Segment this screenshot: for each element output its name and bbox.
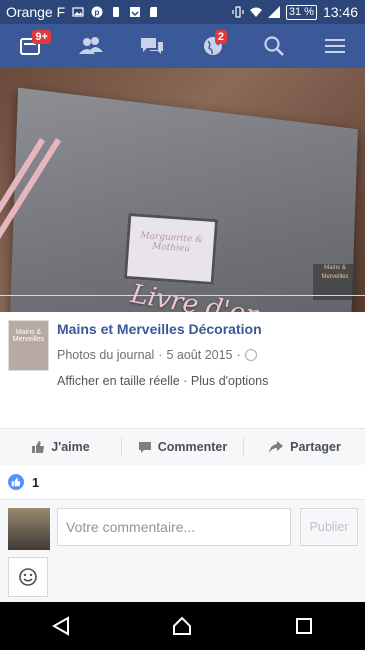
tab-search[interactable] <box>254 26 294 66</box>
facebook-top-nav: 9+ 2 <box>0 24 365 68</box>
phone-icon <box>113 7 120 17</box>
page-name-link[interactable]: Mains et Merveilles Décoration <box>57 321 262 337</box>
page-avatar[interactable]: Mains & Merveilles <box>8 320 49 371</box>
sd-card-icon <box>150 7 158 17</box>
window-text: Marguerite & Mathieu <box>140 230 204 255</box>
globe-badge: 2 <box>214 30 228 44</box>
wifi-icon <box>249 7 262 17</box>
share-button[interactable]: Partager <box>243 437 365 457</box>
back-icon[interactable] <box>50 615 72 637</box>
smiley-icon <box>19 568 37 586</box>
link-separator: · <box>183 374 188 388</box>
search-icon <box>264 36 284 56</box>
friends-icon <box>79 37 104 54</box>
album-link[interactable]: Photos du journal <box>57 348 154 362</box>
battery-indicator: 31 % <box>285 4 317 20</box>
menu-icon <box>324 39 345 53</box>
share-label: Partager <box>290 440 341 454</box>
book-window: Marguerite & Mathieu <box>123 212 219 286</box>
home-icon[interactable] <box>171 615 193 637</box>
post-info: Mains & Merveilles Mains et Merveilles D… <box>0 312 365 428</box>
public-globe-icon <box>244 349 257 361</box>
tab-news-feed[interactable]: 9+ <box>10 26 51 66</box>
tab-friends[interactable] <box>71 26 111 66</box>
post-links: Afficher en taille réelle · Plus d'optio… <box>57 374 268 388</box>
svg-text:p: p <box>95 8 100 17</box>
android-navigation-bar <box>0 602 365 650</box>
tab-menu[interactable] <box>315 26 355 66</box>
comment-button[interactable]: Commenter <box>121 437 243 457</box>
emoji-button[interactable] <box>8 557 48 597</box>
photo-divider <box>0 295 365 296</box>
likes-summary[interactable]: 1 <box>0 465 365 500</box>
like-button[interactable]: J'aime <box>0 437 121 457</box>
like-reaction-icon <box>8 474 24 490</box>
thumbs-up-icon <box>32 441 45 453</box>
comment-icon <box>138 442 151 453</box>
notification-badge: 9+ <box>32 30 51 44</box>
meta-separator: · <box>236 348 241 362</box>
view-full-size-link[interactable]: Afficher en taille réelle <box>57 374 180 388</box>
signal-icon <box>267 6 280 18</box>
download-icon <box>130 7 141 17</box>
image-icon <box>72 7 84 17</box>
recent-apps-icon[interactable] <box>293 615 315 637</box>
share-icon <box>269 441 284 453</box>
post-photo[interactable]: Marguerite & Mathieu Livre d'or Mains & … <box>0 68 365 312</box>
user-avatar <box>8 508 50 550</box>
like-label: J'aime <box>51 440 90 454</box>
messages-icon <box>141 38 164 54</box>
post-date[interactable]: 5 août 2015 <box>166 348 232 362</box>
carrier-label: Orange F <box>6 4 66 20</box>
like-count: 1 <box>32 474 40 490</box>
clock: 13:46 <box>322 4 358 20</box>
comment-label: Commenter <box>157 440 228 454</box>
publish-comment-button[interactable]: Publier <box>300 508 358 546</box>
post-action-bar: J'aime Commenter Partager <box>0 428 365 466</box>
vibrate-icon <box>232 6 244 18</box>
tab-messages[interactable] <box>132 26 172 66</box>
more-options-link[interactable]: Plus d'options <box>191 374 268 388</box>
pinterest-icon: p <box>91 6 103 18</box>
comment-composer: Publier <box>0 500 365 602</box>
comment-input[interactable] <box>57 508 291 546</box>
meta-separator: · <box>158 348 163 362</box>
tab-notifications[interactable]: 2 <box>193 26 233 66</box>
status-bar: Orange F p 31 % 13:46 <box>0 0 365 24</box>
post-meta: Photos du journal · 5 août 2015 · <box>57 348 257 362</box>
